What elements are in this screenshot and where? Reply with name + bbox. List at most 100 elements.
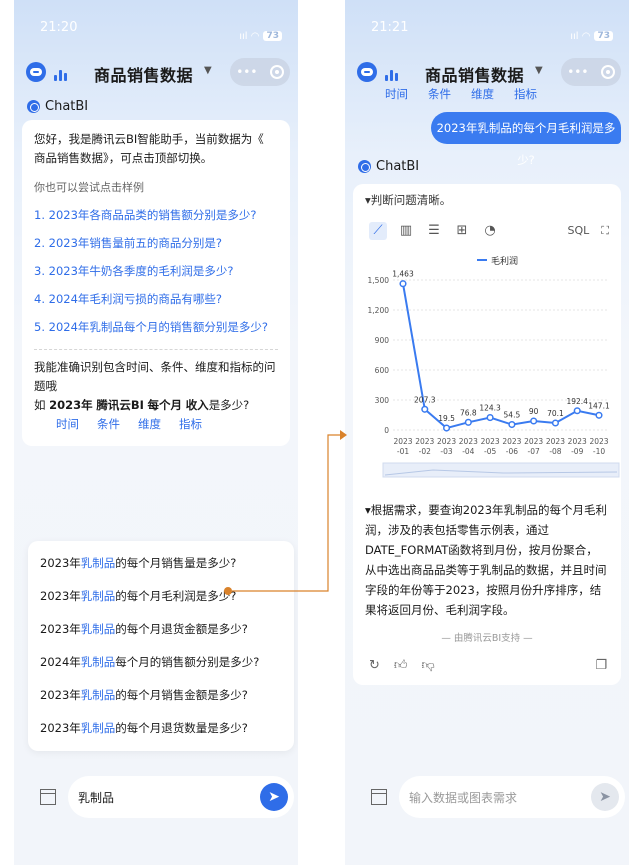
chart-toolbar: ⟋ ▥ ☰ ⊞ ◔ SQL ⛶	[353, 216, 621, 240]
example-suffix: 是多少?	[208, 398, 250, 412]
answer-actions: ↻ 👍︎ 👎︎ ❐	[353, 644, 621, 685]
hbar-chart-icon[interactable]: ☰	[425, 222, 443, 240]
question-input-value: 乳制品	[78, 790, 115, 805]
x-tick-label: 2023	[437, 437, 456, 446]
example-question-3[interactable]: 3. 2023年牛奶各季度的毛利润是多少?	[34, 262, 278, 281]
close-miniapp-icon[interactable]	[600, 65, 615, 79]
x-tick-label: -09	[571, 447, 583, 456]
copy-icon[interactable]: ❐	[595, 658, 607, 673]
table-icon[interactable]: ⊞	[453, 222, 471, 240]
send-button[interactable]: ➤	[591, 783, 619, 811]
bot-avatar-icon[interactable]	[357, 62, 377, 82]
top-bar: 商品销售数据 ▼ •••	[14, 52, 298, 92]
data-point	[443, 424, 451, 432]
data-label: 207.3	[414, 395, 436, 404]
thumbs-up-icon[interactable]: 👍︎	[394, 658, 408, 673]
x-tick-label: -06	[506, 447, 518, 456]
line-chart: 毛利润 0 300 600 900 1,200 1,500 1,463 2023 -01 207.3…	[353, 240, 621, 490]
question-input[interactable]: 乳制品 ➤	[68, 776, 294, 818]
data-label: 147.1	[588, 401, 610, 410]
x-tick-label: -05	[484, 447, 496, 456]
suggestion-item[interactable]: 2023年乳制品的每个月退货数量是多少?	[28, 712, 294, 745]
keyword-time: 时间	[56, 417, 79, 431]
y-tick-label: 900	[375, 336, 390, 345]
example-prefix: 如	[34, 398, 46, 412]
y-tick-label: 300	[375, 396, 390, 405]
left-input-bar: 乳制品 ➤	[28, 774, 294, 820]
y-tick-label: 600	[375, 366, 390, 375]
example-question-2[interactable]: 2. 2023年销售量前五的商品分别是?	[34, 234, 278, 253]
judge-text[interactable]: ▾判断问题清晰。	[353, 184, 621, 216]
x-tick-label: 2023	[502, 437, 521, 446]
keyword-dimension: 维度	[138, 417, 161, 431]
send-button[interactable]: ➤	[260, 783, 288, 811]
suggestion-item[interactable]: 2023年乳制品的每个月毛利润是多少?	[28, 580, 294, 613]
data-label: 124.3	[479, 404, 501, 413]
example-dimension: 每个月	[147, 398, 183, 412]
signal-icon: ııl ◠	[570, 30, 591, 42]
more-icon[interactable]: •••	[567, 65, 588, 79]
dataset-switch-icon[interactable]	[38, 786, 60, 808]
data-label: 1,463	[392, 270, 414, 279]
data-point	[595, 411, 603, 419]
x-tick-label: 2023	[568, 437, 587, 446]
right-input-bar: 输入数据或图表需求 ➤	[359, 774, 625, 820]
close-miniapp-icon[interactable]	[269, 65, 284, 79]
data-label: 192.4	[566, 397, 588, 406]
example-question-5[interactable]: 5. 2024年乳制品每个月的销售额分别是多少?	[34, 318, 278, 337]
refresh-icon[interactable]: ↻	[369, 658, 380, 673]
signal-icon: ııl ◠	[239, 30, 260, 42]
x-tick-label: -07	[528, 447, 540, 456]
suggestion-item[interactable]: 2023年乳制品的每个月销售金额是多少?	[28, 679, 294, 712]
y-tick-label: 0	[384, 426, 389, 435]
toolbar-right: SQL ⛶	[568, 224, 609, 238]
right-phone-screen: 21:21 ııl ◠ 73 商品销售数据 ▼ ••• 时间 条件 维度 指标 …	[345, 0, 629, 865]
mini-program-capsule[interactable]: •••	[561, 58, 621, 86]
assistant-name: ChatBI	[376, 158, 420, 174]
example-question-1[interactable]: 1. 2023年各商品品类的销售额分别是多少?	[34, 206, 278, 225]
data-label: 54.5	[504, 411, 521, 420]
x-tick-label: 2023	[415, 437, 434, 446]
example-question-4[interactable]: 4. 2024年毛利润亏损的商品有哪些?	[34, 290, 278, 309]
mini-program-capsule[interactable]: •••	[230, 58, 290, 86]
pie-chart-icon[interactable]: ◔	[481, 222, 499, 240]
x-tick-label: 2023	[524, 437, 543, 446]
thumbs-down-icon[interactable]: 👎︎	[422, 658, 435, 673]
assistant-label: ChatBI	[345, 152, 629, 180]
suggestion-item[interactable]: 2023年乳制品的每个月销售量是多少?	[28, 547, 294, 580]
x-tick-label: 2023	[589, 437, 608, 446]
data-point	[464, 418, 472, 426]
status-bar: 21:21 ııl ◠ 73	[345, 0, 629, 52]
chevron-down-icon[interactable]: ▼	[204, 65, 212, 76]
suggestion-item[interactable]: 2023年乳制品的每个月退货金额是多少?	[28, 613, 294, 646]
keyword-condition: 条件	[97, 417, 120, 431]
y-tick-label: 1,200	[368, 306, 390, 315]
question-input[interactable]: 输入数据或图表需求 ➤	[399, 776, 625, 818]
data-point	[508, 421, 516, 429]
data-label: 90	[529, 407, 539, 416]
more-icon[interactable]: •••	[236, 65, 257, 79]
x-tick-label: -01	[397, 447, 409, 456]
dataset-title[interactable]: 商品销售数据	[425, 62, 524, 86]
data-label: 76.8	[460, 408, 477, 417]
x-tick-label: -08	[549, 447, 561, 456]
chart-svg: 毛利润03006009001,2001,5001,4632023-01207.3…	[368, 255, 620, 478]
example-metric: 收入	[185, 398, 209, 412]
sql-button[interactable]: SQL	[568, 224, 590, 238]
chevron-down-icon[interactable]: ▼	[535, 65, 543, 76]
data-point	[573, 407, 581, 415]
y-tick-label: 1,500	[368, 276, 390, 285]
assistant-name: ChatBI	[45, 98, 89, 114]
line-chart-icon[interactable]: ⟋	[369, 222, 387, 240]
chart-mode-icon[interactable]	[54, 63, 72, 81]
bar-chart-icon[interactable]: ▥	[397, 222, 415, 240]
suggestion-item[interactable]: 2024年乳制品每个月的销售额分别是多少?	[28, 646, 294, 679]
welcome-card: 您好，我是腾讯云BI智能助手，当前数据为《 商品销售数据》，可点击顶部切换。 你…	[22, 120, 290, 446]
chart-mode-icon[interactable]	[385, 63, 403, 81]
explanation-text: ▾根据需求，要查询2023年乳制品的每个月毛利润，涉及的表包括零售示例表，通过D…	[365, 503, 608, 617]
fullscreen-icon[interactable]: ⛶	[601, 224, 609, 238]
dataset-title[interactable]: 商品销售数据	[94, 62, 193, 86]
dataset-switch-icon[interactable]	[369, 786, 391, 808]
x-tick-label: -04	[462, 447, 474, 456]
bot-avatar-icon[interactable]	[26, 62, 46, 82]
